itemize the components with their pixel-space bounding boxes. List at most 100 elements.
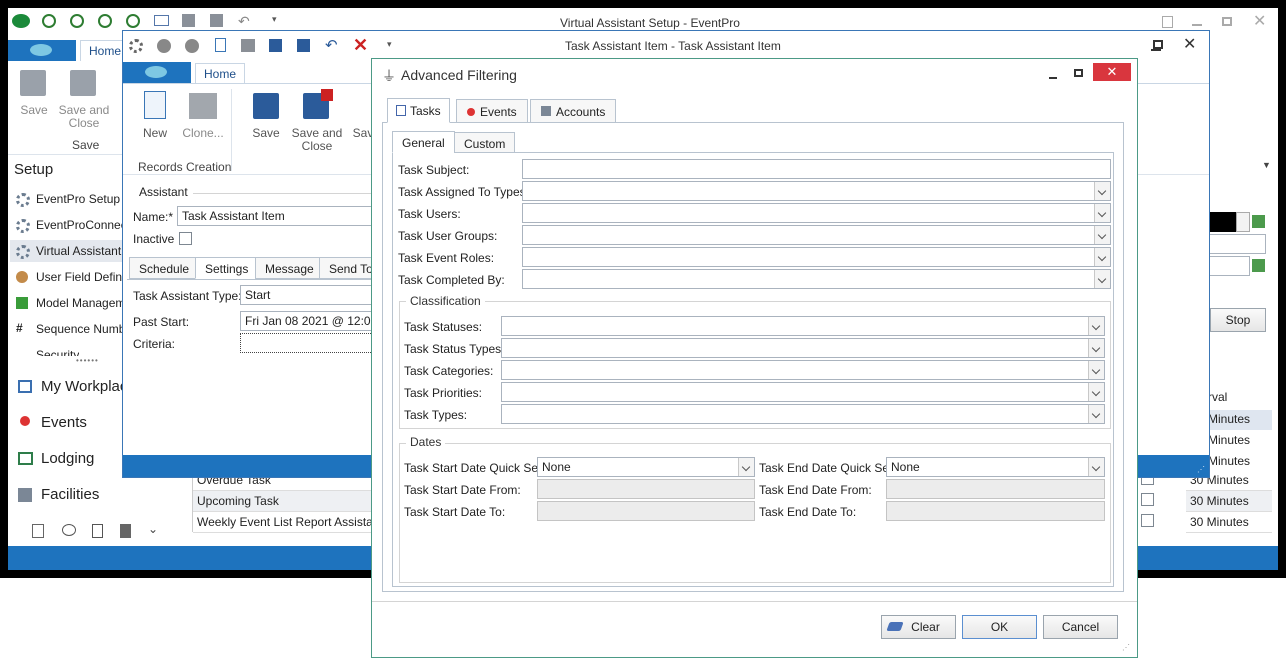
- undo-icon[interactable]: ↶: [325, 36, 338, 54]
- right-field[interactable]: [1208, 256, 1250, 276]
- inactive-checkbox[interactable]: [179, 232, 192, 245]
- cancel-button[interactable]: Cancel: [1043, 615, 1118, 639]
- end-date-from-input[interactable]: [886, 479, 1105, 499]
- task-assigned-types-dropdown[interactable]: [522, 181, 1111, 201]
- tab-tasks[interactable]: Tasks: [387, 98, 450, 123]
- end-date-to-input[interactable]: [886, 501, 1105, 521]
- start-quick-set-dropdown[interactable]: None: [537, 457, 755, 477]
- dialog-close-button[interactable]: ✕: [1093, 63, 1131, 81]
- nav-facilities[interactable]: Facilities: [18, 486, 99, 503]
- clipboard-icon[interactable]: [92, 524, 103, 538]
- setup-item-model-management[interactable]: Model Managemen: [16, 296, 139, 310]
- task-event-roles-dropdown[interactable]: [522, 247, 1111, 267]
- dialog-minimize-icon[interactable]: [1049, 77, 1057, 79]
- task-types-dropdown[interactable]: [501, 404, 1105, 424]
- chevron-down-icon[interactable]: [1088, 339, 1104, 357]
- end-quick-set-dropdown[interactable]: None: [886, 457, 1105, 477]
- chevron-down-icon[interactable]: [1094, 182, 1110, 200]
- chevron-down-icon[interactable]: ⌄: [148, 522, 158, 536]
- task-statuses-dropdown[interactable]: [501, 316, 1105, 336]
- settings-icon[interactable]: [129, 39, 143, 53]
- chevron-down-icon[interactable]: [1094, 226, 1110, 244]
- refresh-icon[interactable]: [42, 14, 56, 28]
- chat-icon[interactable]: [62, 524, 76, 536]
- save-ribbon-icon[interactable]: [253, 93, 279, 119]
- item-app-tab[interactable]: [123, 62, 191, 83]
- setup-item-virtual-assistant[interactable]: Virtual Assistant S: [16, 244, 133, 259]
- resize-grip-icon[interactable]: ⋰: [1197, 465, 1205, 474]
- tab-message[interactable]: Message: [255, 257, 324, 279]
- main-maximize-icon[interactable]: [1222, 17, 1232, 26]
- move-down-icon[interactable]: [185, 39, 199, 53]
- table-row[interactable]: Weekly Event List Report Assistant: [193, 512, 383, 533]
- color-dropdown[interactable]: [1236, 212, 1250, 232]
- save-icon[interactable]: [269, 39, 282, 52]
- grid-picker-icon[interactable]: [1252, 215, 1265, 228]
- setup-item-eventproconnect[interactable]: EventProConnect: [16, 218, 130, 233]
- main-app-tab[interactable]: [8, 40, 76, 61]
- mail-icon[interactable]: [154, 15, 169, 26]
- undo-icon[interactable]: ↶: [238, 13, 250, 30]
- chevron-down-icon[interactable]: [1094, 204, 1110, 222]
- item-close-icon[interactable]: ✕: [1183, 37, 1196, 53]
- start-date-from-input[interactable]: [537, 479, 755, 499]
- clone-icon[interactable]: [241, 39, 255, 52]
- setup-item-security[interactable]: Security: [16, 348, 79, 356]
- main-save-close-button[interactable]: Save and Close: [58, 104, 110, 130]
- item-minimize-icon[interactable]: [1151, 49, 1161, 51]
- save-close-icon[interactable]: [210, 14, 223, 27]
- nav-my-workplace[interactable]: My Workplac: [18, 378, 127, 395]
- grid-picker-icon[interactable]: [1252, 259, 1265, 272]
- save-close-button[interactable]: Save and Close: [291, 127, 343, 153]
- task-completed-by-dropdown[interactable]: [522, 269, 1111, 289]
- ok-button[interactable]: OK: [962, 615, 1037, 639]
- nav-lodging[interactable]: Lodging: [18, 450, 94, 467]
- past-start-input[interactable]: Fri Jan 08 2021 @ 12:00 A: [240, 311, 373, 331]
- clone-button[interactable]: Clone...: [179, 127, 227, 140]
- type-dropdown[interactable]: Start: [240, 285, 373, 305]
- tab-general[interactable]: General: [392, 131, 455, 153]
- task-status-types-dropdown[interactable]: [501, 338, 1105, 358]
- app-logo-icon[interactable]: [12, 14, 30, 28]
- task-user-groups-dropdown[interactable]: [522, 225, 1111, 245]
- clone-ribbon-icon[interactable]: [189, 93, 217, 119]
- resize-grip-icon[interactable]: ⋰: [1122, 643, 1130, 652]
- criteria-input[interactable]: [240, 333, 373, 353]
- clock-icon[interactable]: [126, 14, 140, 28]
- task-categories-dropdown[interactable]: [501, 360, 1105, 380]
- new-button[interactable]: New: [137, 127, 173, 140]
- new-icon[interactable]: [144, 91, 166, 119]
- task-users-dropdown[interactable]: [522, 203, 1111, 223]
- main-minimize-icon[interactable]: [1192, 24, 1202, 26]
- row-checkbox[interactable]: [1141, 514, 1154, 527]
- item-maximize-icon[interactable]: [1153, 40, 1163, 49]
- setup-item-sequence-numbers[interactable]: # Sequence Number: [16, 321, 136, 336]
- right-field[interactable]: [1208, 234, 1266, 254]
- stop-button[interactable]: Stop: [1210, 308, 1266, 332]
- save-close-ribbon-icon[interactable]: [303, 89, 333, 119]
- chevron-down-icon[interactable]: [1088, 361, 1104, 379]
- chevron-down-icon[interactable]: [1094, 270, 1110, 288]
- move-up-icon[interactable]: [157, 39, 171, 53]
- chevron-down-icon[interactable]: [738, 458, 754, 476]
- nav-events[interactable]: Events: [18, 414, 87, 431]
- tab-custom[interactable]: Custom: [454, 132, 516, 153]
- setup-item-eventpro-setup[interactable]: EventPro Setup: [16, 192, 120, 207]
- start-date-to-input[interactable]: [537, 501, 755, 521]
- customize-dropdown-icon[interactable]: ▾: [387, 39, 392, 50]
- clock-icon[interactable]: [70, 14, 84, 28]
- dialog-maximize-icon[interactable]: [1074, 69, 1083, 77]
- main-close-icon[interactable]: ✕: [1253, 14, 1266, 30]
- report-icon[interactable]: [32, 524, 44, 538]
- table-row[interactable]: Upcoming Task: [193, 491, 373, 512]
- item-home-tab[interactable]: Home: [195, 63, 246, 84]
- save-icon[interactable]: [182, 14, 195, 27]
- tab-settings[interactable]: Settings: [195, 257, 259, 279]
- task-subject-input[interactable]: [522, 159, 1111, 179]
- setup-item-user-fields[interactable]: User Field Definiti: [16, 270, 131, 284]
- save-button[interactable]: Save: [247, 127, 285, 140]
- tab-schedule[interactable]: Schedule: [129, 257, 200, 279]
- chevron-down-icon[interactable]: [1088, 383, 1104, 401]
- clear-button[interactable]: Clear: [881, 615, 956, 639]
- main-save-icon[interactable]: [20, 70, 46, 96]
